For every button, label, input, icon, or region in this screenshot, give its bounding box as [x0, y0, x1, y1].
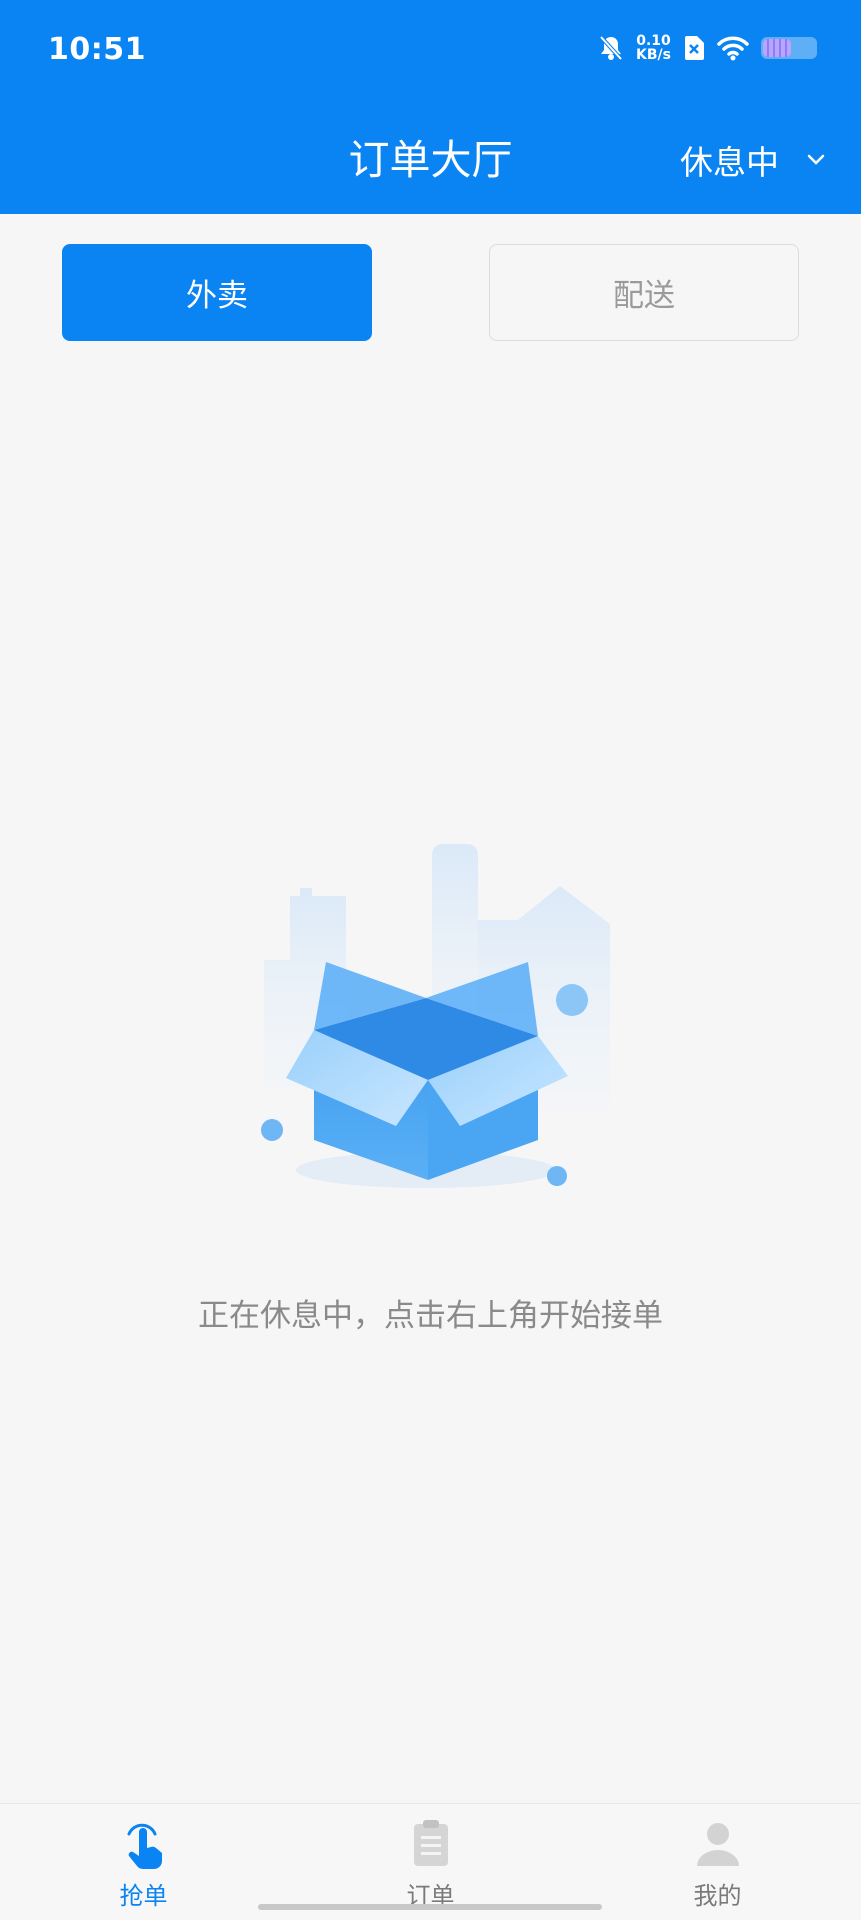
home-indicator[interactable]: [258, 1904, 602, 1910]
tab-takeout[interactable]: 外卖: [62, 244, 372, 341]
tabbar-item-mine[interactable]: 我的: [574, 1804, 861, 1920]
tabbar-label-grab-order: 抢单: [119, 1882, 168, 1910]
tabbar-item-orders[interactable]: 订单: [287, 1804, 574, 1920]
network-speed: 0.10 KB/s: [636, 34, 671, 62]
battery-level: [763, 39, 791, 57]
work-status-dropdown[interactable]: 休息中: [680, 136, 825, 184]
sim-off-icon: [685, 36, 704, 60]
status-icons: 0.10 KB/s: [598, 34, 817, 62]
tap-hand-icon: [127, 1823, 162, 1869]
network-speed-unit: KB/s: [636, 47, 671, 63]
battery-icon: [761, 37, 817, 59]
tabbar-label-mine: 我的: [693, 1882, 742, 1910]
category-tabs: 外卖 配送: [62, 244, 799, 341]
empty-box-illustration: [261, 844, 610, 1188]
network-speed-value: 0.10: [636, 33, 671, 49]
work-status-label: 休息中: [680, 143, 779, 182]
tab-delivery[interactable]: 配送: [489, 244, 799, 341]
bell-muted-icon: [599, 35, 623, 61]
empty-state-message: 正在休息中，点击右上角开始接单: [198, 1298, 663, 1334]
open-box: [286, 962, 568, 1180]
clipboard-icon: [413, 1820, 448, 1866]
user-icon: [696, 1823, 739, 1866]
status-time: 10:51: [48, 32, 146, 67]
bottom-tab-bar: 抢单 订单 我的: [0, 1803, 861, 1920]
chevron-down-icon: [807, 154, 825, 165]
wifi-icon: [717, 36, 749, 61]
tabbar-item-grab-order[interactable]: 抢单: [0, 1804, 287, 1920]
top-app-bar: 10:51 0.10 KB/s 订单大厅 休息中: [0, 0, 861, 214]
